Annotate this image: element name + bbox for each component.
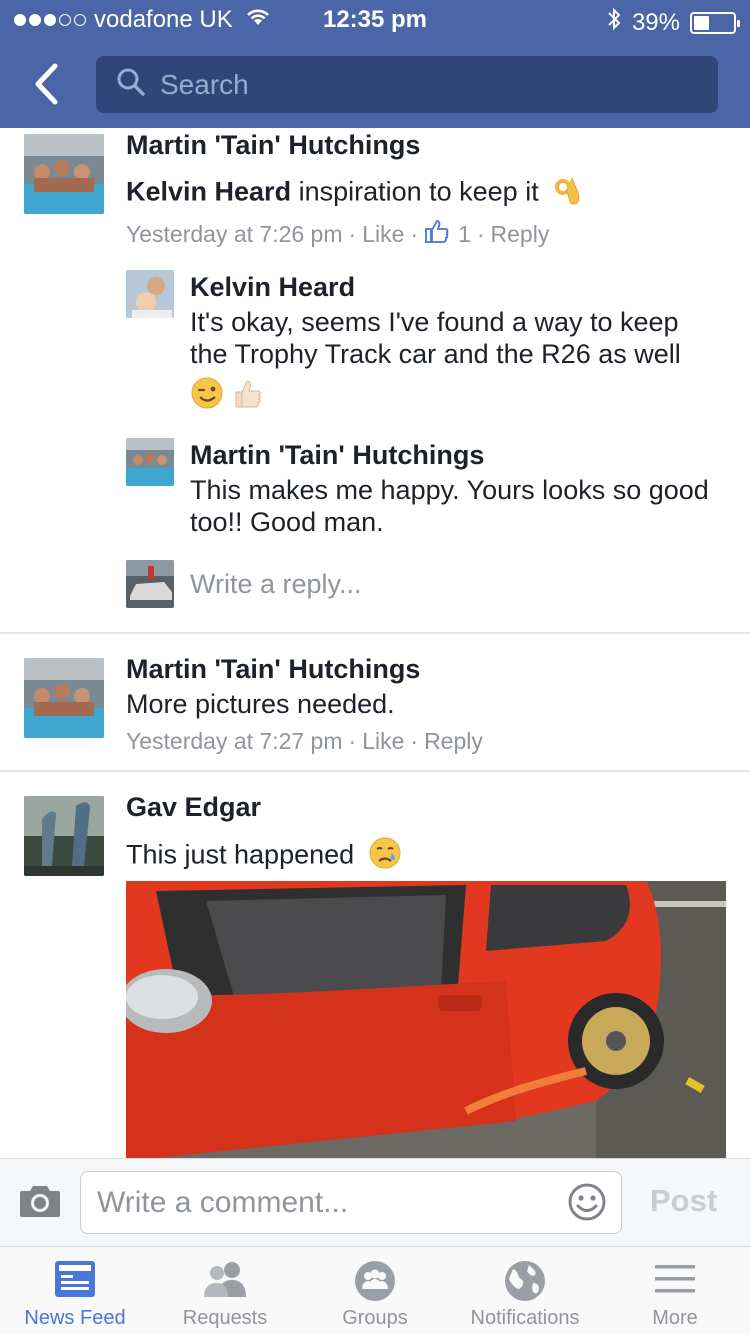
winking-face-emoji-icon bbox=[190, 376, 224, 415]
crying-face-emoji-icon bbox=[368, 836, 402, 877]
comment-input-box[interactable] bbox=[80, 1171, 622, 1234]
globe-icon bbox=[503, 1259, 547, 1308]
comment-input[interactable] bbox=[97, 1185, 557, 1220]
thumbs-up-emoji-icon bbox=[230, 376, 264, 415]
search-icon bbox=[116, 67, 146, 102]
reply-link[interactable]: Reply bbox=[491, 221, 550, 248]
back-button[interactable] bbox=[26, 60, 66, 108]
like-link[interactable]: Like bbox=[362, 221, 404, 248]
bluetooth-icon bbox=[606, 6, 622, 39]
avatar bbox=[126, 560, 174, 608]
avatar[interactable] bbox=[24, 134, 104, 214]
comment-author[interactable]: Martin 'Tain' Hutchings bbox=[126, 130, 420, 161]
tab-notifications[interactable]: Notifications bbox=[450, 1247, 600, 1334]
camera-icon[interactable] bbox=[18, 1181, 62, 1226]
comment-author[interactable]: Martin 'Tain' Hutchings bbox=[126, 654, 420, 685]
attached-photo[interactable] bbox=[126, 881, 726, 1158]
divider bbox=[0, 632, 750, 634]
search-bar[interactable] bbox=[96, 56, 718, 113]
comment-author[interactable]: Gav Edgar bbox=[126, 792, 261, 823]
comment-text: Kelvin Heard inspiration to keep it bbox=[126, 174, 582, 213]
avatar[interactable] bbox=[126, 438, 174, 486]
chevron-left-icon bbox=[35, 63, 58, 105]
comment-text: This just happened bbox=[126, 836, 402, 877]
reply-link[interactable]: Reply bbox=[424, 728, 483, 755]
tab-label: Requests bbox=[182, 1307, 268, 1329]
reply-text: It's okay, seems I've found a way to kee… bbox=[190, 307, 681, 369]
battery-icon bbox=[690, 11, 740, 34]
avatar[interactable] bbox=[24, 658, 104, 738]
tab-label: News Feed bbox=[24, 1307, 126, 1329]
comment-composer: Post bbox=[0, 1158, 750, 1246]
tab-more[interactable]: More bbox=[600, 1247, 750, 1334]
sticker-smiley-icon[interactable] bbox=[567, 1182, 607, 1227]
thumbs-up-icon bbox=[424, 218, 450, 250]
comment-timestamp: Yesterday at 7:27 pm bbox=[126, 728, 343, 754]
header: vodafone UK 12:35 pm 39% bbox=[0, 0, 750, 128]
reply-emojis bbox=[190, 376, 264, 415]
status-bar: vodafone UK 12:35 pm 39% bbox=[0, 0, 750, 40]
tab-label: Notifications bbox=[470, 1307, 580, 1329]
divider bbox=[0, 770, 750, 772]
comments-thread: Martin 'Tain' Hutchings Kelvin Heard ins… bbox=[0, 128, 750, 1158]
tab-label: More bbox=[652, 1307, 698, 1329]
news-feed-icon bbox=[53, 1259, 97, 1304]
search-input[interactable] bbox=[160, 68, 680, 101]
tab-groups[interactable]: Groups bbox=[300, 1247, 450, 1334]
post-button[interactable]: Post bbox=[650, 1183, 717, 1219]
reply-text: This makes me happy. Yours looks so good… bbox=[190, 475, 709, 537]
comment-body: inspiration to keep it bbox=[291, 176, 539, 207]
comment-text: More pictures needed. bbox=[126, 689, 395, 719]
like-link[interactable]: Like bbox=[362, 728, 404, 755]
comment-body: This just happened bbox=[126, 839, 355, 870]
comment-meta: Yesterday at 7:26 pm · Like · 1 · Reply bbox=[126, 218, 549, 250]
comment-timestamp: Yesterday at 7:26 pm bbox=[126, 220, 343, 247]
avatar[interactable] bbox=[126, 270, 174, 318]
battery-percentage: 39% bbox=[631, 8, 680, 36]
tab-news-feed[interactable]: News Feed bbox=[0, 1247, 150, 1334]
tab-bar: News Feed Requests Groups Notifications … bbox=[0, 1246, 750, 1334]
comment-meta: Yesterday at 7:27 pm · Like · Reply bbox=[126, 728, 483, 755]
groups-icon bbox=[353, 1259, 397, 1308]
menu-icon bbox=[654, 1259, 696, 1304]
avatar[interactable] bbox=[24, 796, 104, 876]
like-count[interactable]: 1 bbox=[458, 221, 471, 248]
reply-author[interactable]: Kelvin Heard bbox=[190, 272, 355, 303]
write-reply-input[interactable]: Write a reply... bbox=[190, 569, 362, 600]
tab-requests[interactable]: Requests bbox=[150, 1247, 300, 1334]
mentioned-user[interactable]: Kelvin Heard bbox=[126, 177, 291, 207]
reply-author[interactable]: Martin 'Tain' Hutchings bbox=[190, 440, 484, 471]
requests-icon bbox=[200, 1259, 250, 1304]
ok-hand-emoji-icon bbox=[552, 174, 582, 213]
tab-label: Groups bbox=[342, 1307, 408, 1329]
